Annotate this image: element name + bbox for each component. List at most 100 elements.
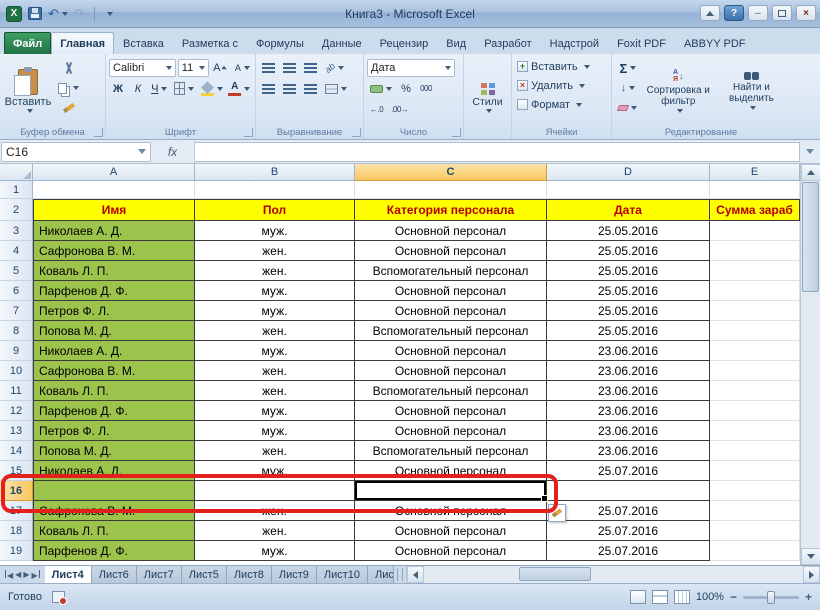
- underline-button[interactable]: Ч: [149, 80, 169, 98]
- cell-E14[interactable]: [710, 441, 800, 461]
- normal-view-button[interactable]: [629, 590, 646, 604]
- row-header-2[interactable]: 2: [0, 199, 33, 221]
- cell-B6[interactable]: муж.: [195, 281, 355, 301]
- cell-D11[interactable]: 23.06.2016: [547, 381, 710, 401]
- increase-decimal-button[interactable]: ←.0: [367, 101, 386, 119]
- cell-E15[interactable]: [710, 461, 800, 481]
- row-header-16[interactable]: 16: [0, 481, 33, 501]
- cell-E11[interactable]: [710, 381, 800, 401]
- cell-E4[interactable]: [710, 241, 800, 261]
- orientation-button[interactable]: ab: [322, 59, 347, 77]
- fill-button[interactable]: ↓: [615, 79, 641, 97]
- cut-button[interactable]: [55, 59, 82, 77]
- cell-A18[interactable]: Коваль Л. П.: [33, 521, 195, 541]
- cell-B1[interactable]: [195, 181, 355, 199]
- cell-A9[interactable]: Николаев А. Д.: [33, 341, 195, 361]
- vertical-scroll-thumb[interactable]: [802, 182, 819, 292]
- cell-E2[interactable]: Сумма зараб: [710, 199, 800, 221]
- cell-C9[interactable]: Основной персонал: [355, 341, 547, 361]
- row-header-9[interactable]: 9: [0, 341, 33, 361]
- align-center-button[interactable]: [280, 80, 299, 98]
- italic-button[interactable]: К: [129, 80, 147, 98]
- cell-D2[interactable]: Дата: [547, 199, 710, 221]
- clear-button[interactable]: [615, 99, 641, 117]
- align-bottom-button[interactable]: [301, 59, 320, 77]
- align-right-button[interactable]: [301, 80, 320, 98]
- cell-D10[interactable]: 23.06.2016: [547, 361, 710, 381]
- cell-A7[interactable]: Петров Ф. Л.: [33, 301, 195, 321]
- cell-A10[interactable]: Сафронова В. М.: [33, 361, 195, 381]
- cell-E6[interactable]: [710, 281, 800, 301]
- workbook-restore-button[interactable]: [772, 5, 792, 21]
- insert-cells-button[interactable]: + Вставить: [515, 57, 608, 76]
- cell-C10[interactable]: Основной персонал: [355, 361, 547, 381]
- cell-A4[interactable]: Сафронова В. М.: [33, 241, 195, 261]
- cell-B2[interactable]: Пол: [195, 199, 355, 221]
- tab-Надстрой[interactable]: Надстрой: [541, 32, 608, 54]
- scroll-left-button[interactable]: [407, 566, 425, 583]
- tab-Разметка с[interactable]: Разметка с: [173, 32, 247, 54]
- cell-C11[interactable]: Вспомогательный персонал: [355, 381, 547, 401]
- insert-options-button[interactable]: [548, 504, 566, 522]
- scroll-right-button[interactable]: [803, 566, 820, 583]
- autosum-button[interactable]: Σ: [615, 59, 641, 77]
- sheet-tab-Лист7[interactable]: Лист7: [136, 566, 182, 583]
- scroll-up-button[interactable]: [801, 164, 820, 181]
- cell-C8[interactable]: Вспомогательный персонал: [355, 321, 547, 341]
- horizontal-scroll-thumb[interactable]: [519, 567, 592, 581]
- minimize-ribbon-icon[interactable]: [700, 5, 720, 21]
- cell-E12[interactable]: [710, 401, 800, 421]
- cell-D17[interactable]: 25.07.2016: [547, 501, 710, 521]
- cell-B18[interactable]: жен.: [195, 521, 355, 541]
- page-break-view-button[interactable]: [673, 590, 690, 604]
- cell-D4[interactable]: 25.05.2016: [547, 241, 710, 261]
- cell-A11[interactable]: Коваль Л. П.: [33, 381, 195, 401]
- cell-A19[interactable]: Парфенов Д. Ф.: [33, 541, 195, 561]
- sheet-tab-Лист8[interactable]: Лист8: [226, 566, 272, 583]
- row-header-14[interactable]: 14: [0, 441, 33, 461]
- tab-Разработ[interactable]: Разработ: [475, 32, 540, 54]
- cell-A8[interactable]: Попова М. Д.: [33, 321, 195, 341]
- cell-D12[interactable]: 23.06.2016: [547, 401, 710, 421]
- column-header-B[interactable]: B: [195, 164, 355, 181]
- column-header-E[interactable]: E: [710, 164, 800, 181]
- tab-Вид[interactable]: Вид: [437, 32, 475, 54]
- cell-D9[interactable]: 23.06.2016: [547, 341, 710, 361]
- page-layout-view-button[interactable]: [651, 590, 668, 604]
- cell-A5[interactable]: Коваль Л. П.: [33, 261, 195, 281]
- column-header-A[interactable]: A: [33, 164, 195, 181]
- cell-C3[interactable]: Основной персонал: [355, 221, 547, 241]
- insert-function-button[interactable]: fx: [151, 140, 195, 163]
- copy-button[interactable]: [55, 79, 82, 97]
- cell-B16[interactable]: [195, 481, 355, 501]
- cell-C5[interactable]: Вспомогательный персонал: [355, 261, 547, 281]
- cell-D7[interactable]: 25.05.2016: [547, 301, 710, 321]
- cell-E10[interactable]: [710, 361, 800, 381]
- cell-E5[interactable]: [710, 261, 800, 281]
- row-header-13[interactable]: 13: [0, 421, 33, 441]
- row-header-4[interactable]: 4: [0, 241, 33, 261]
- cell-B14[interactable]: жен.: [195, 441, 355, 461]
- cell-D19[interactable]: 25.07.2016: [547, 541, 710, 561]
- zoom-slider-thumb[interactable]: [766, 590, 775, 604]
- font-color-button[interactable]: А: [226, 80, 252, 98]
- cell-E7[interactable]: [710, 301, 800, 321]
- cell-B3[interactable]: муж.: [195, 221, 355, 241]
- zoom-level[interactable]: 100%: [696, 591, 724, 603]
- bold-button[interactable]: Ж: [109, 80, 127, 98]
- next-sheet-button[interactable]: ▶: [23, 570, 29, 579]
- merge-center-button[interactable]: [322, 80, 350, 98]
- tab-Файл[interactable]: Файл: [4, 32, 52, 54]
- cell-E19[interactable]: [710, 541, 800, 561]
- cell-E1[interactable]: [710, 181, 800, 199]
- cell-B11[interactable]: жен.: [195, 381, 355, 401]
- tab-Вставка[interactable]: Вставка: [114, 32, 173, 54]
- scroll-down-button[interactable]: [801, 548, 820, 565]
- number-format-combo[interactable]: Дата: [367, 58, 455, 77]
- row-header-12[interactable]: 12: [0, 401, 33, 421]
- tab-split-handle[interactable]: [397, 568, 404, 581]
- cell-D3[interactable]: 25.05.2016: [547, 221, 710, 241]
- column-header-D[interactable]: D: [547, 164, 710, 181]
- name-box-dropdown-icon[interactable]: [138, 149, 146, 154]
- cell-C2[interactable]: Категория персонала: [355, 199, 547, 221]
